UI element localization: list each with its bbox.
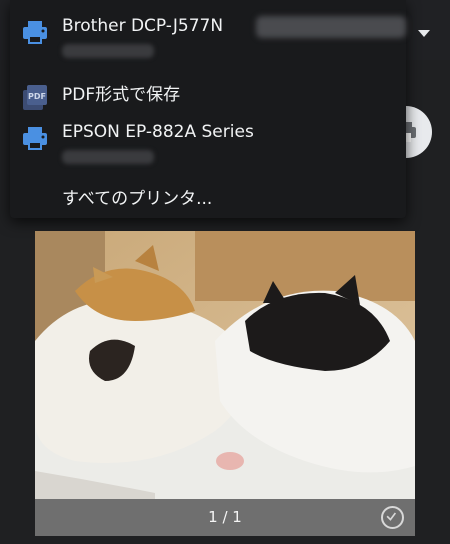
page-bar: 1 / 1 xyxy=(35,499,415,536)
redacted-printer-detail xyxy=(62,44,154,58)
checkmark-icon xyxy=(386,512,397,521)
printer-option-epson[interactable]: EPSON EP-882A Series xyxy=(10,112,406,164)
redacted-printer-id xyxy=(256,16,406,38)
printer-name-save-pdf: PDF形式で保存 xyxy=(62,85,181,105)
svg-text:PDF: PDF xyxy=(28,92,46,101)
printer-name-epson: EPSON EP-882A Series xyxy=(62,122,254,142)
page-select-checkbox[interactable] xyxy=(381,506,404,529)
redacted-printer-detail xyxy=(62,150,154,164)
printer-name-brother: Brother DCP-J577N xyxy=(62,16,224,36)
dropdown-chevron-icon[interactable] xyxy=(418,30,430,37)
pdf-icon: PDF xyxy=(23,85,47,110)
printer-option-brother[interactable]: Brother DCP-J577N xyxy=(10,6,406,58)
cats-photo xyxy=(35,231,415,499)
page-indicator: 1 / 1 xyxy=(208,508,242,526)
printer-icon xyxy=(23,21,47,44)
all-printers-label: すべてのプリンタ... xyxy=(62,189,213,209)
printer-icon xyxy=(23,127,47,150)
printer-dropdown-menu: Brother DCP-J577N PDF PDF形式で保存 EPSON EP-… xyxy=(10,0,406,218)
print-preview: 1 / 1 xyxy=(35,231,415,536)
printer-option-save-pdf[interactable]: PDF PDF形式で保存 xyxy=(10,70,406,116)
printer-option-all-printers[interactable]: すべてのプリンタ... xyxy=(10,174,406,220)
